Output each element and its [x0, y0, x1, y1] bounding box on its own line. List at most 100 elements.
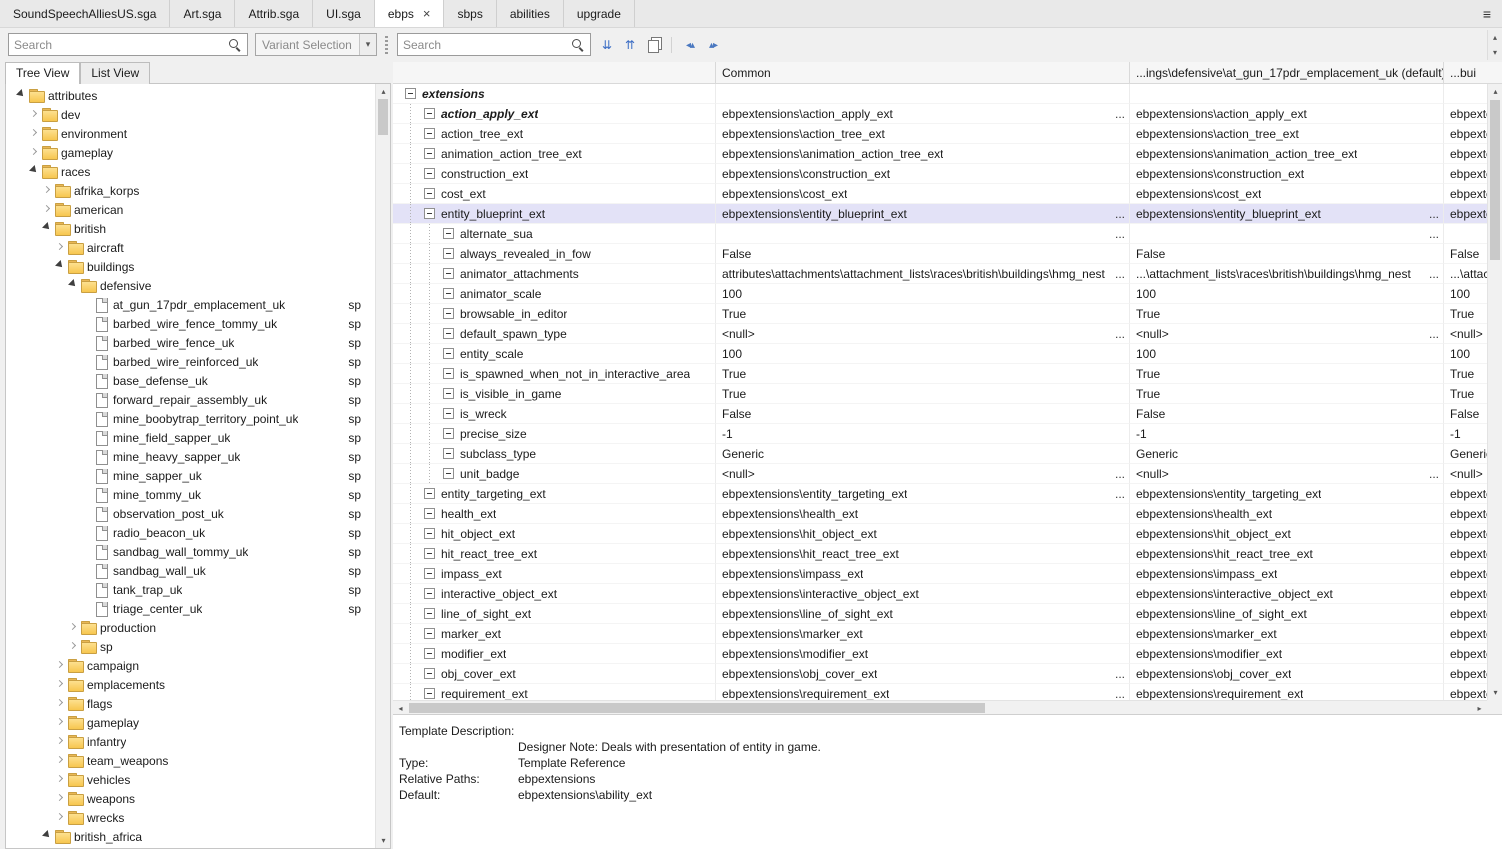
tree-item[interactable]: dev	[6, 105, 375, 124]
grid-row[interactable]: hit_object_ext ebpextensions\hit_object_…	[393, 524, 1487, 544]
grid-row[interactable]: marker_ext ebpextensions\marker_ext ... …	[393, 624, 1487, 644]
scroll-right-icon[interactable]: ▸	[1472, 701, 1487, 715]
overflow-value-cell[interactable]: ebpextensions\action_apply_ext	[1444, 104, 1487, 124]
variant-value-cell[interactable]: ebpextensions\modifier_ext ...	[1130, 644, 1444, 664]
expand-box-icon[interactable]	[424, 148, 435, 159]
expand-box-icon[interactable]	[424, 628, 435, 639]
common-value-cell[interactable]: ebpextensions\hit_react_tree_ext ...	[716, 544, 1130, 564]
common-value-cell[interactable]: ebpextensions\line_of_sight_ext ...	[716, 604, 1130, 624]
common-value-cell[interactable]: ebpextensions\interactive_object_ext ...	[716, 584, 1130, 604]
property-name-cell[interactable]: animation_action_tree_ext	[393, 144, 716, 164]
grid-row[interactable]: default_spawn_type <null> ... <null> ...…	[393, 324, 1487, 344]
expand-box-icon[interactable]	[424, 108, 435, 119]
grid-row[interactable]: health_ext ebpextensions\health_ext ... …	[393, 504, 1487, 524]
variant-value-cell[interactable]: 100 ...	[1130, 284, 1444, 304]
expand-arrow-icon[interactable]	[27, 165, 40, 178]
grid-row[interactable]: entity_scale 100 ... 100 ... 100	[393, 344, 1487, 364]
variant-value-cell[interactable]: ebpextensions\cost_ext ...	[1130, 184, 1444, 204]
property-name-cell[interactable]: health_ext	[393, 504, 716, 524]
ellipsis-button[interactable]: ...	[1111, 487, 1129, 501]
tree-item[interactable]: american	[6, 200, 375, 219]
overflow-value-cell[interactable]: 100	[1444, 344, 1487, 364]
expand-arrow-icon[interactable]	[14, 89, 27, 102]
variant-value-cell[interactable]: True ...	[1130, 304, 1444, 324]
property-name-cell[interactable]: modifier_ext	[393, 644, 716, 664]
tree-item[interactable]: at_gun_17pdr_emplacement_uk sp	[6, 295, 375, 314]
common-value-cell[interactable]: 100 ...	[716, 344, 1130, 364]
expand-box-icon[interactable]	[424, 528, 435, 539]
variant-value-cell[interactable]: 100 ...	[1130, 344, 1444, 364]
common-value-cell[interactable]: ebpextensions\entity_targeting_ext ...	[716, 484, 1130, 504]
expand-arrow-icon[interactable]	[40, 830, 53, 843]
tree-item[interactable]: weapons	[6, 789, 375, 808]
grid-row[interactable]: obj_cover_ext ebpextensions\obj_cover_ex…	[393, 664, 1487, 684]
common-value-cell[interactable]: ebpextensions\cost_ext ...	[716, 184, 1130, 204]
expand-box-icon[interactable]	[405, 88, 416, 99]
ellipsis-button[interactable]: ...	[1111, 207, 1129, 221]
property-name-cell[interactable]: is_spawned_when_not_in_interactive_area	[393, 364, 716, 384]
expand-arrow-icon[interactable]	[66, 640, 79, 653]
expand-arrow-icon[interactable]	[27, 146, 40, 159]
common-value-cell[interactable]: ebpextensions\impass_ext ...	[716, 564, 1130, 584]
scrollbar-thumb[interactable]	[1490, 100, 1500, 260]
variant-value-cell[interactable]: ...	[1130, 224, 1444, 244]
variant-value-cell[interactable]: ebpextensions\impass_ext ...	[1130, 564, 1444, 584]
tree-item[interactable]: barbed_wire_reinforced_uk sp	[6, 352, 375, 371]
expand-box-icon[interactable]	[443, 388, 454, 399]
tree-item[interactable]: mine_tommy_uk sp	[6, 485, 375, 504]
file-tab[interactable]: UI.sga	[313, 0, 375, 27]
variant-value-cell[interactable]: False ...	[1130, 244, 1444, 264]
property-name-cell[interactable]: action_apply_ext	[393, 104, 716, 124]
common-value-cell[interactable]: ebpextensions\requirement_ext ...	[716, 684, 1130, 700]
ellipsis-button[interactable]: ...	[1111, 107, 1129, 121]
tree-item[interactable]: british_africa	[6, 827, 375, 846]
expand-arrow-icon[interactable]	[53, 241, 66, 254]
tree-item[interactable]: british	[6, 219, 375, 238]
grid-row[interactable]: cost_ext ebpextensions\cost_ext ... ebpe…	[393, 184, 1487, 204]
expand-arrow-icon[interactable]	[53, 811, 66, 824]
overflow-value-cell[interactable]: ebpextensions\health_ext	[1444, 504, 1487, 524]
overflow-value-cell[interactable]: ebpextensions\marker_ext	[1444, 624, 1487, 644]
tree-item[interactable]: sandbag_wall_uk sp	[6, 561, 375, 580]
ellipsis-button[interactable]: ...	[1111, 227, 1129, 241]
expand-box-icon[interactable]	[443, 288, 454, 299]
common-value-cell[interactable]: ...	[716, 224, 1130, 244]
expand-arrow-icon[interactable]	[53, 773, 66, 786]
expand-arrow-icon[interactable]	[53, 260, 66, 273]
tree-item[interactable]: mine_sapper_uk sp	[6, 466, 375, 485]
common-value-cell[interactable]: <null> ...	[716, 324, 1130, 344]
scroll-down-icon[interactable]: ▾	[1487, 45, 1502, 60]
common-value-cell[interactable]: attributes\attachments\attachment_lists\…	[716, 264, 1130, 284]
grid-row[interactable]: construction_ext ebpextensions\construct…	[393, 164, 1487, 184]
expand-arrow-icon[interactable]	[40, 184, 53, 197]
expand-arrow-icon[interactable]	[53, 659, 66, 672]
tree-item[interactable]: wrecks	[6, 808, 375, 827]
grid-row[interactable]: is_wreck False ... False ... False	[393, 404, 1487, 424]
ellipsis-button[interactable]: ...	[1425, 207, 1443, 221]
expand-box-icon[interactable]	[424, 188, 435, 199]
property-name-cell[interactable]: unit_badge	[393, 464, 716, 484]
grid-row[interactable]: is_visible_in_game True ... True ... Tru…	[393, 384, 1487, 404]
tab-tree-view[interactable]: Tree View	[5, 62, 80, 84]
ellipsis-button[interactable]: ...	[1425, 467, 1443, 481]
overflow-value-cell[interactable]: ...\attachment_lists\races\british\build…	[1444, 264, 1487, 284]
column-header-overflow[interactable]: ...bui	[1444, 62, 1502, 83]
expand-box-icon[interactable]	[424, 168, 435, 179]
expand-arrow-icon[interactable]	[66, 279, 79, 292]
tree-item[interactable]: mine_heavy_sapper_uk sp	[6, 447, 375, 466]
tree-item[interactable]: defensive	[6, 276, 375, 295]
scroll-down-icon[interactable]: ▾	[1488, 685, 1502, 700]
variant-value-cell[interactable]: <null> ...	[1130, 464, 1444, 484]
grid-row[interactable]: animation_action_tree_ext ebpextensions\…	[393, 144, 1487, 164]
close-icon[interactable]: ×	[423, 7, 431, 20]
tree-item[interactable]: attributes	[6, 86, 375, 105]
property-name-cell[interactable]: line_of_sight_ext	[393, 604, 716, 624]
property-name-cell[interactable]: action_tree_ext	[393, 124, 716, 144]
tree-scrollbar[interactable]: ▴ ▾	[375, 84, 390, 848]
property-name-cell[interactable]: construction_ext	[393, 164, 716, 184]
expand-box-icon[interactable]	[443, 468, 454, 479]
ellipsis-button[interactable]: ...	[1111, 327, 1129, 341]
expand-arrow-icon[interactable]	[53, 716, 66, 729]
property-name-cell[interactable]: extensions	[393, 84, 716, 104]
variant-value-cell[interactable]: ebpextensions\requirement_ext ...	[1130, 684, 1444, 700]
